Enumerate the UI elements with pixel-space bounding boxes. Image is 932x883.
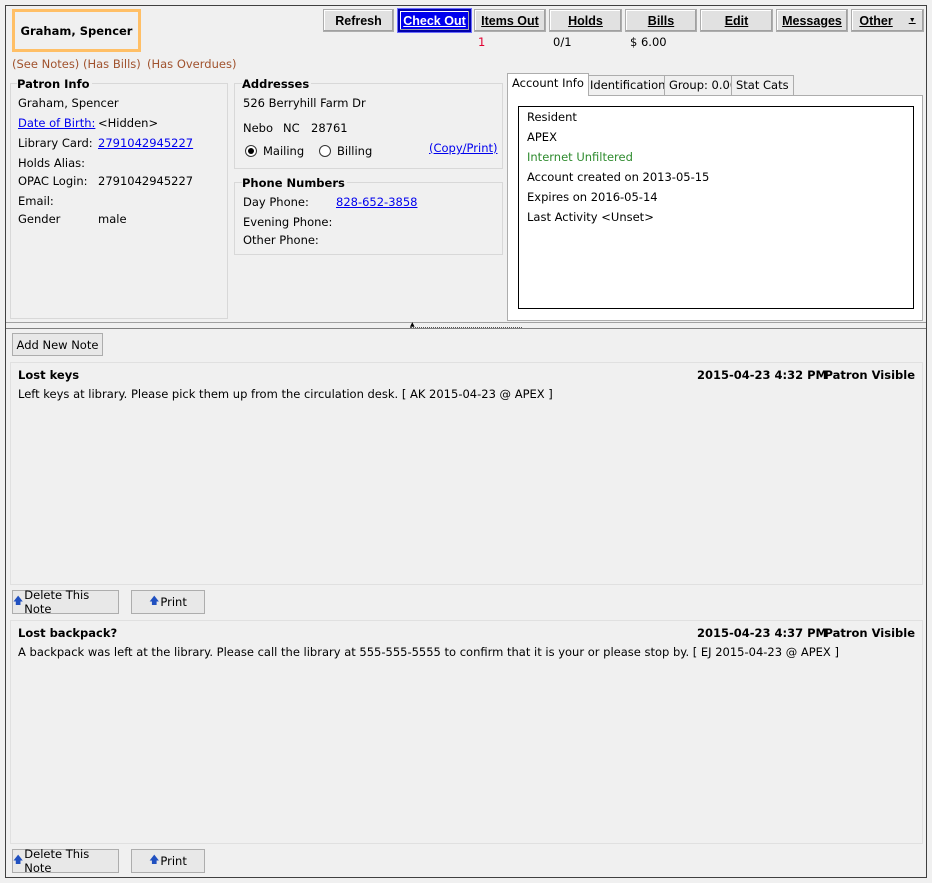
account-expires: Expires on 2016-05-14 [527, 190, 658, 204]
day-phone-label: Day Phone: [243, 195, 309, 209]
account-info-panel: Resident APEX Internet Unfiltered Accoun… [507, 95, 923, 321]
note-title: Lost backpack? [18, 626, 118, 640]
evening-phone-label: Evening Phone: [243, 215, 333, 229]
radio-unchecked-icon [319, 145, 331, 157]
patron-full-name: Graham, Spencer [18, 96, 119, 110]
other-label: Other [859, 13, 893, 28]
patron-name-header: Graham, Spencer [12, 9, 141, 52]
other-menu-button[interactable]: Other ▼ [851, 9, 924, 32]
note-visibility: Patron Visible [824, 626, 915, 640]
up-arrow-icon: 🡅 [13, 854, 24, 866]
messages-button[interactable]: Messages [776, 9, 848, 32]
last-activity: Last Activity <Unset> [527, 210, 654, 224]
opac-login-value: 2791042945227 [98, 174, 194, 188]
items-out-count: 1 [478, 35, 486, 49]
mailing-radio[interactable]: Mailing [245, 144, 304, 158]
delete-note-label: Delete This Note [24, 847, 90, 875]
dob-value: <Hidden> [98, 116, 159, 130]
note-body: A backpack was left at the library. Plea… [18, 645, 839, 659]
see-notes-alert[interactable]: (See Notes) [12, 57, 79, 71]
home-library: APEX [527, 130, 557, 144]
dropdown-arrow-icon: ▼ [908, 17, 916, 24]
library-card-link[interactable]: 2791042945227 [98, 136, 193, 150]
patron-name: Graham, Spencer [20, 23, 133, 38]
up-arrow-icon: 🡅 [149, 854, 160, 866]
profile: Resident [527, 110, 577, 124]
note-title: Lost keys [18, 368, 80, 382]
refresh-button[interactable]: Refresh [323, 9, 394, 32]
note-date: 2015-04-23 4:32 PM [696, 368, 827, 382]
holds-button[interactable]: Holds [549, 9, 622, 32]
email-label: Email: [18, 194, 54, 208]
note-visibility: Patron Visible [824, 368, 915, 382]
add-new-note-label: Add New Note [16, 337, 99, 352]
edit-button[interactable]: Edit [700, 9, 773, 32]
delete-note-button[interactable]: 🡅 Delete This Note [12, 588, 119, 616]
holds-alias-label: Holds Alias: [18, 156, 85, 170]
addresses-title: Addresses [242, 77, 312, 91]
tab-account-info[interactable]: Account Info [507, 73, 589, 96]
tab-stat-cats[interactable]: Stat Cats [731, 75, 794, 95]
phone-numbers-title: Phone Numbers [242, 176, 347, 190]
print-note-button[interactable]: 🡅 Print [131, 849, 205, 873]
print-note-button[interactable]: 🡅 Print [131, 590, 205, 614]
note-body: Left keys at library. Please pick them u… [18, 387, 553, 401]
holds-count: 0/1 [553, 35, 572, 49]
add-new-note-button[interactable]: Add New Note [12, 333, 103, 356]
bills-button[interactable]: Bills [625, 9, 697, 32]
copy-print-link[interactable]: (Copy/Print) [429, 141, 497, 155]
up-arrow-icon: 🡅 [149, 595, 160, 607]
bills-amount: $ 6.00 [630, 35, 667, 49]
delete-note-label: Delete This Note [24, 588, 90, 616]
radio-checked-icon [245, 145, 257, 157]
patron-info-title: Patron Info [17, 77, 92, 91]
note-card: Lost keys 2015-04-23 4:32 PM Patron Visi… [10, 362, 923, 585]
opac-login-label: OPAC Login: [18, 174, 88, 188]
splitter-grip-icon[interactable]: ▲ [410, 322, 522, 328]
account-created: Account created on 2013-05-15 [527, 170, 710, 184]
account-info-list: Resident APEX Internet Unfiltered Accoun… [518, 106, 914, 309]
address-zip: 28761 [311, 121, 348, 135]
delete-note-button[interactable]: 🡅 Delete This Note [12, 847, 119, 875]
note-card: Lost backpack? 2015-04-23 4:37 PM Patron… [10, 620, 923, 844]
day-phone-link[interactable]: 828-652-3858 [336, 195, 417, 209]
print-note-label: Print [160, 854, 187, 868]
permission-group: Internet Unfiltered [527, 150, 633, 164]
gender-value: male [98, 212, 127, 226]
address-state: NC [283, 121, 300, 135]
items-out-button[interactable]: Items Out [474, 9, 546, 32]
mailing-label: Mailing [263, 144, 305, 158]
other-phone-label: Other Phone: [243, 233, 319, 247]
billing-label: Billing [337, 144, 373, 158]
up-arrow-icon: 🡅 [13, 595, 24, 607]
check-out-button[interactable]: Check Out [397, 8, 472, 33]
address-street: 526 Berryhill Farm Dr [243, 96, 366, 110]
billing-radio[interactable]: Billing [319, 144, 372, 158]
print-note-label: Print [160, 595, 187, 609]
dob-link[interactable]: Date of Birth: [18, 116, 95, 130]
address-city: Nebo [243, 121, 274, 135]
tab-identification[interactable]: Identification [585, 75, 671, 95]
splitter[interactable] [6, 328, 926, 329]
gender-label: Gender [18, 212, 61, 226]
has-overdues-alert[interactable]: (Has Overdues) [147, 57, 236, 71]
note-date: 2015-04-23 4:37 PM [696, 626, 827, 640]
has-bills-alert[interactable]: (Has Bills) [83, 57, 141, 71]
library-card-label: Library Card: [18, 136, 93, 150]
